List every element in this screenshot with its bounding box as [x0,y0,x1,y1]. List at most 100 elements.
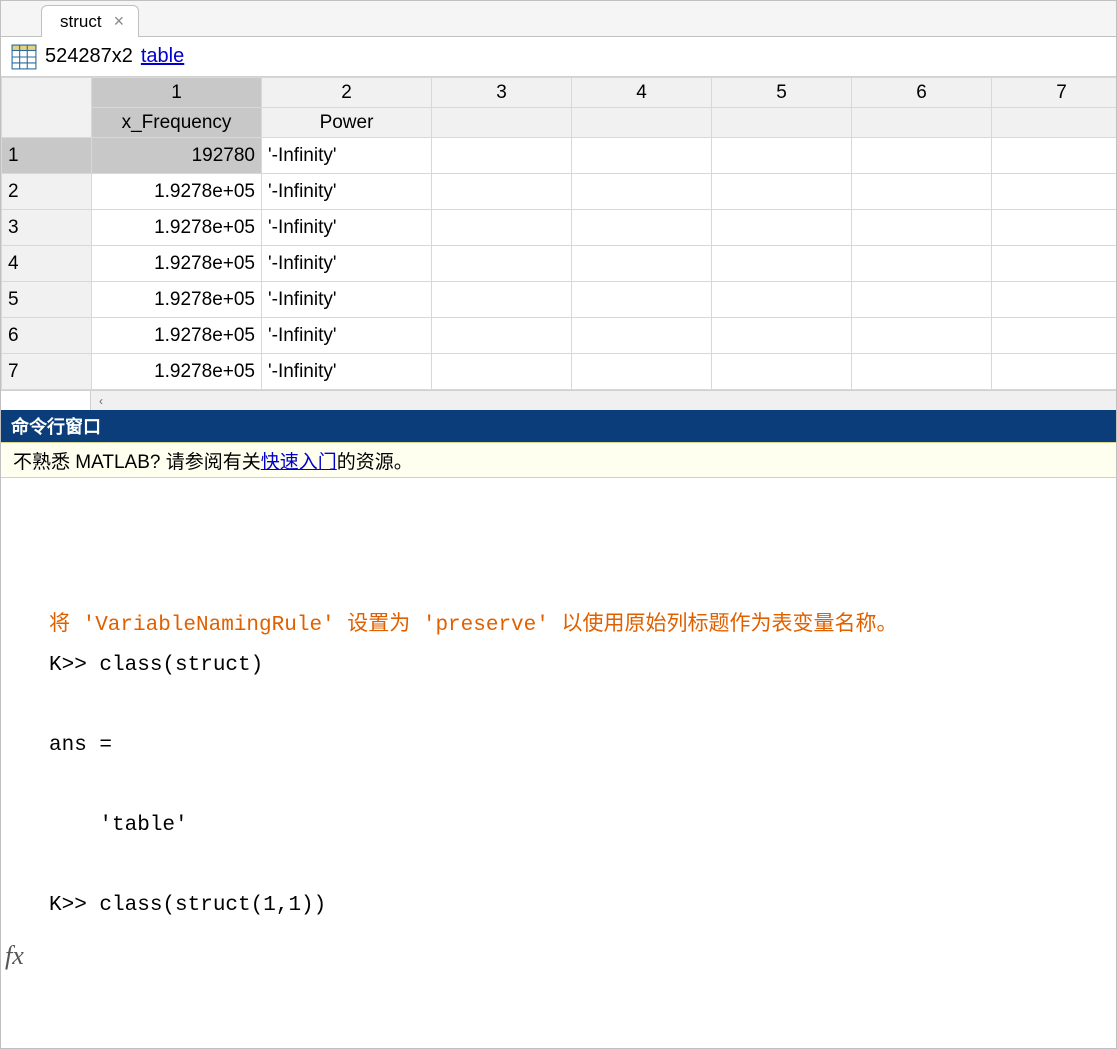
cell-empty[interactable] [572,282,712,318]
col-name-7[interactable] [992,108,1117,138]
cell-empty[interactable] [852,246,992,282]
col-name-5[interactable] [712,108,852,138]
cell-frequency[interactable]: 1.9278e+05 [92,174,262,210]
row-header[interactable]: 3 [2,210,92,246]
row-header[interactable]: 1 [2,138,92,174]
cell-empty[interactable] [432,138,572,174]
col-number-4[interactable]: 4 [572,78,712,108]
fx-prompt-icon[interactable]: fx [5,936,24,976]
cell-empty[interactable] [572,354,712,390]
cell-power[interactable]: '-Infinity' [262,174,432,210]
cell-empty[interactable] [992,138,1117,174]
cell-power[interactable]: '-Infinity' [262,210,432,246]
cell-empty[interactable] [992,282,1117,318]
cell-empty[interactable] [992,210,1117,246]
table-row[interactable]: 71.9278e+05'-Infinity' [2,354,1117,390]
cell-empty[interactable] [712,282,852,318]
cell-empty[interactable] [852,138,992,174]
tab-struct[interactable]: struct × [41,5,139,37]
horizontal-scrollbar[interactable]: ‹ [1,390,1116,410]
cmd-output-line: ans = [49,966,1116,978]
row-header[interactable]: 6 [2,318,92,354]
cell-empty[interactable] [852,282,992,318]
cmd-output-line: 'table' [49,806,1116,846]
table-row[interactable]: 21.9278e+05'-Infinity' [2,174,1117,210]
cell-empty[interactable] [852,210,992,246]
cell-empty[interactable] [712,174,852,210]
col-number-2[interactable]: 2 [262,78,432,108]
cell-empty[interactable] [852,354,992,390]
cell-empty[interactable] [572,246,712,282]
table-row[interactable]: 1192780'-Infinity' [2,138,1117,174]
command-gutter [1,478,41,978]
table-icon [11,44,37,70]
cell-power[interactable]: '-Infinity' [262,246,432,282]
cell-empty[interactable] [572,318,712,354]
cell-power[interactable]: '-Infinity' [262,138,432,174]
cell-empty[interactable] [712,318,852,354]
cell-empty[interactable] [712,210,852,246]
cell-empty[interactable] [432,210,572,246]
cell-empty[interactable] [992,174,1117,210]
table-row[interactable]: 51.9278e+05'-Infinity' [2,282,1117,318]
cell-empty[interactable] [432,174,572,210]
cmd-output-line [49,766,1116,806]
cell-empty[interactable] [572,210,712,246]
cell-empty[interactable] [432,318,572,354]
col-name-3[interactable] [432,108,572,138]
table-row[interactable]: 31.9278e+05'-Infinity' [2,210,1117,246]
col-number-7[interactable]: 7 [992,78,1117,108]
cell-empty[interactable] [572,138,712,174]
table-row[interactable]: 41.9278e+05'-Infinity' [2,246,1117,282]
col-name-6[interactable] [852,108,992,138]
command-window-body[interactable]: 将 'VariableNamingRule' 设置为 'preserve' 以使… [1,478,1116,978]
col-name-1[interactable]: x_Frequency [92,108,262,138]
cell-frequency[interactable]: 1.9278e+05 [92,210,262,246]
col-name-4[interactable] [572,108,712,138]
cell-empty[interactable] [572,174,712,210]
cell-empty[interactable] [852,174,992,210]
cell-empty[interactable] [712,246,852,282]
col-number-5[interactable]: 5 [712,78,852,108]
variable-summary: 524287x2 table [1,37,1116,77]
scroll-left-icon[interactable]: ‹ [91,391,111,410]
col-number-3[interactable]: 3 [432,78,572,108]
cell-frequency[interactable]: 192780 [92,138,262,174]
cell-power[interactable]: '-Infinity' [262,354,432,390]
cell-empty[interactable] [992,318,1117,354]
col-number-6[interactable]: 6 [852,78,992,108]
getting-started-link[interactable]: 快速入门 [261,447,337,474]
cell-frequency[interactable]: 1.9278e+05 [92,246,262,282]
cell-power[interactable]: '-Infinity' [262,318,432,354]
cmd-prompt-line: K>> class(struct) [49,646,1116,686]
cell-frequency[interactable]: 1.9278e+05 [92,282,262,318]
cell-empty[interactable] [432,282,572,318]
close-icon[interactable]: × [114,11,125,32]
grid-corner[interactable] [2,78,92,138]
row-header[interactable]: 7 [2,354,92,390]
cell-frequency[interactable]: 1.9278e+05 [92,318,262,354]
type-link[interactable]: table [141,45,184,68]
row-header[interactable]: 2 [2,174,92,210]
data-grid[interactable]: 1 2 3 4 5 6 7 x_Frequency Power 1192780'… [1,77,1116,410]
cell-empty[interactable] [712,354,852,390]
cell-empty[interactable] [992,246,1117,282]
row-header[interactable]: 4 [2,246,92,282]
cmd-output-line [49,926,1116,966]
col-name-2[interactable]: Power [262,108,432,138]
table-row[interactable]: 61.9278e+05'-Infinity' [2,318,1117,354]
col-number-1[interactable]: 1 [92,78,262,108]
scrollbar-gutter [1,391,91,410]
cell-empty[interactable] [432,354,572,390]
banner-suffix: 的资源。 [337,447,413,474]
cmd-output-line: ans = [49,726,1116,766]
cell-frequency[interactable]: 1.9278e+05 [92,354,262,390]
row-header[interactable]: 5 [2,282,92,318]
cell-power[interactable]: '-Infinity' [262,282,432,318]
scrollbar-track[interactable] [111,391,1116,410]
cell-empty[interactable] [432,246,572,282]
cmd-output-line [49,846,1116,886]
cell-empty[interactable] [992,354,1117,390]
cell-empty[interactable] [712,138,852,174]
cell-empty[interactable] [852,318,992,354]
